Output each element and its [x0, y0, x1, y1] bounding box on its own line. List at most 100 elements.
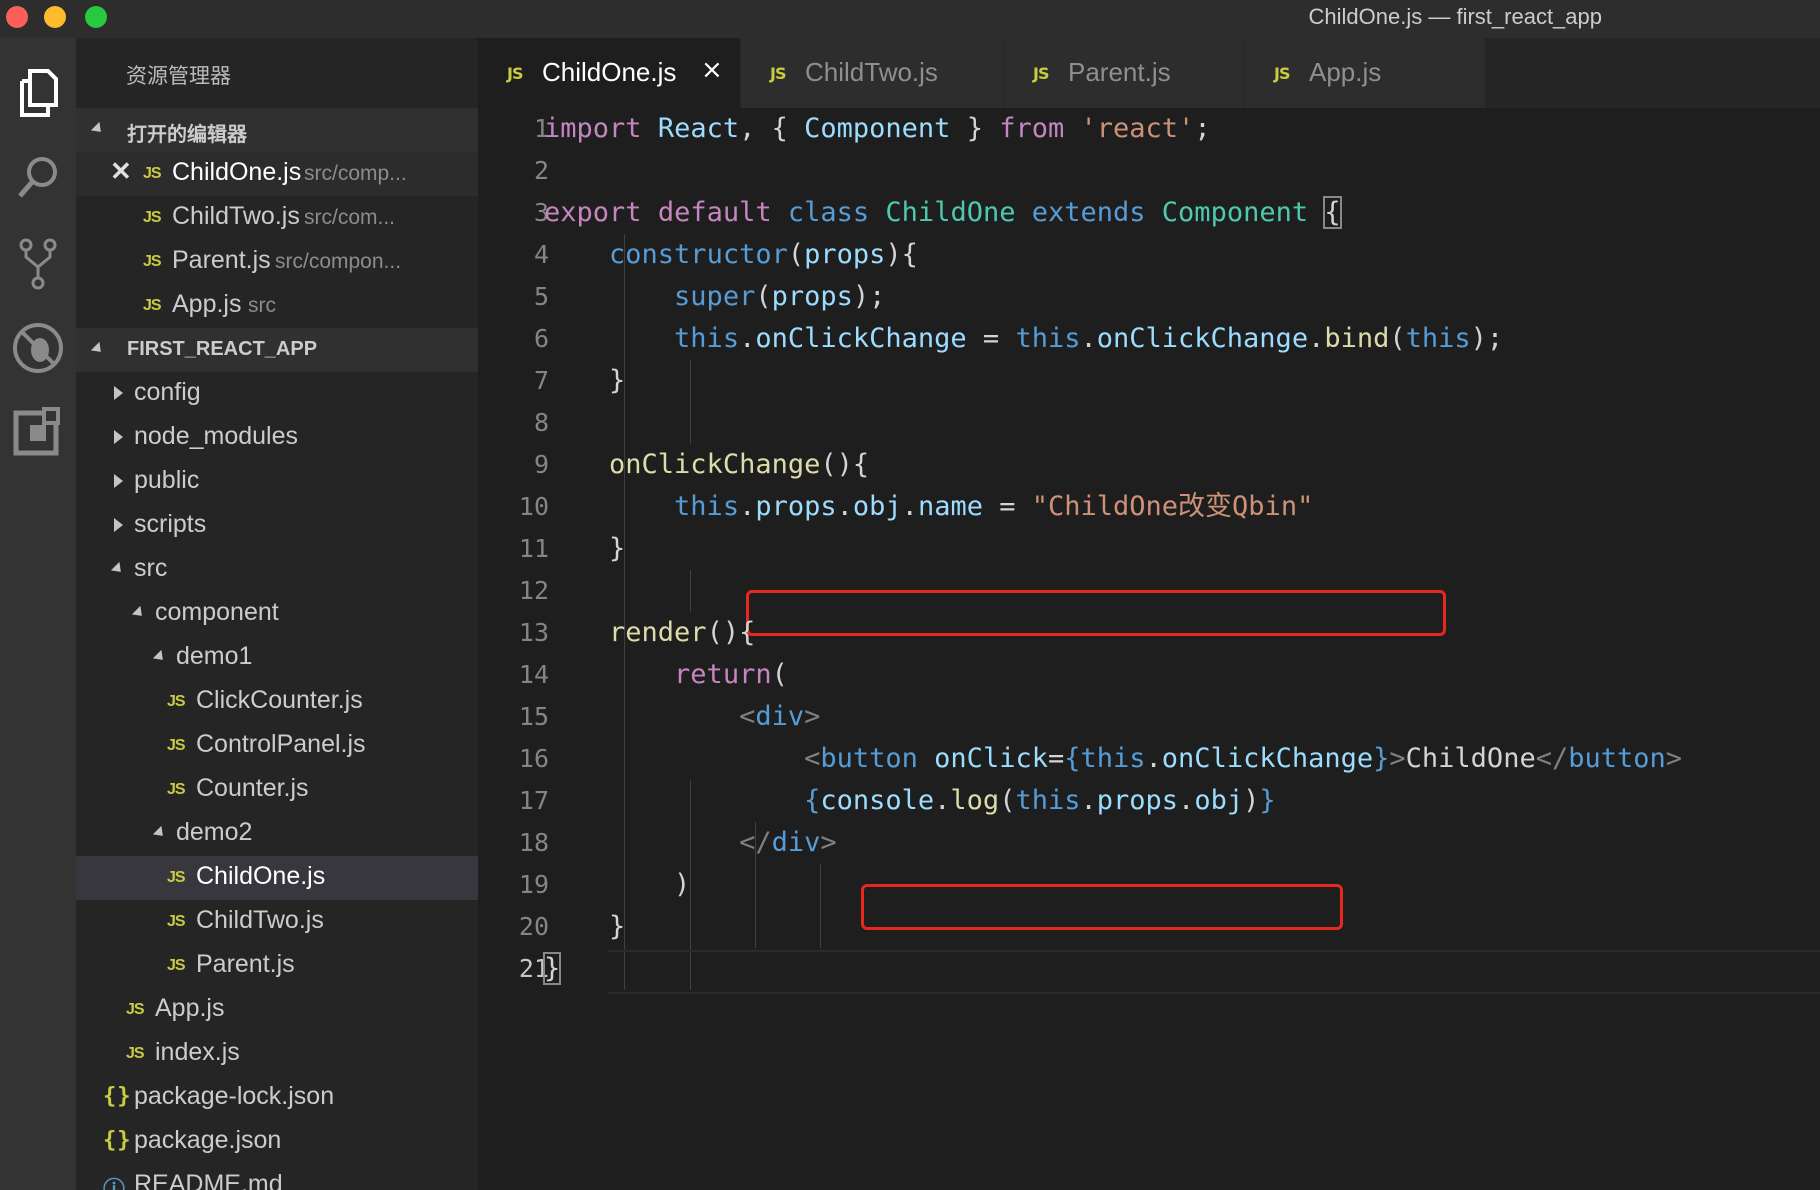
- code-token: 'react': [1080, 113, 1195, 144]
- code-token: export: [544, 197, 642, 228]
- code-line[interactable]: 9 onClickChange(){: [478, 444, 1820, 486]
- line-number: 11: [518, 534, 549, 563]
- tree-folder[interactable]: demo2: [76, 812, 478, 856]
- code-line[interactable]: 7 }: [478, 360, 1820, 402]
- tab-childone[interactable]: JS ChildOne.js ×: [478, 38, 741, 108]
- code-token: <: [739, 701, 756, 732]
- tree-item-label: ChildOne.js: [196, 862, 326, 890]
- tree-file-selected[interactable]: JS ChildOne.js: [76, 856, 478, 900]
- js-file-icon: JS: [167, 737, 186, 754]
- close-icon[interactable]: ✕: [110, 156, 132, 187]
- code-text: this.props.obj.name = "ChildOne改变Qbin": [544, 486, 1313, 528]
- code-line[interactable]: 15 <div>: [478, 696, 1820, 738]
- tab-app[interactable]: JS App.js: [1245, 38, 1486, 108]
- code-token: .: [934, 785, 951, 816]
- code-token: ): [544, 869, 691, 900]
- code-line[interactable]: 13 render(){: [478, 612, 1820, 654]
- js-file-icon: JS: [167, 913, 186, 930]
- code-line[interactable]: 6 this.onClickChange = this.onClickChang…: [478, 318, 1820, 360]
- tab-parent[interactable]: JS Parent.js: [1004, 38, 1245, 108]
- code-line[interactable]: 18 </div>: [478, 822, 1820, 864]
- source-control-icon[interactable]: [8, 233, 68, 293]
- tab-label: Parent.js: [1068, 57, 1171, 87]
- minimize-window-button[interactable]: [44, 6, 66, 28]
- tree-folder[interactable]: node_modules: [76, 416, 478, 460]
- code-token: .: [1145, 743, 1162, 774]
- tree-folder[interactable]: public: [76, 460, 478, 504]
- tree-file[interactable]: JS ControlPanel.js: [76, 724, 478, 768]
- code-line[interactable]: 2: [478, 150, 1820, 192]
- open-editor-path: src/comp...: [304, 162, 407, 185]
- tree-file[interactable]: JS Parent.js: [76, 944, 478, 988]
- tree-folder[interactable]: scripts: [76, 504, 478, 548]
- code-line[interactable]: 12: [478, 570, 1820, 612]
- js-file-icon: JS: [143, 209, 162, 226]
- files-icon[interactable]: [8, 63, 68, 123]
- zoom-window-button[interactable]: [85, 6, 107, 28]
- code-line[interactable]: 14 return(: [478, 654, 1820, 696]
- line-number: 9: [533, 450, 549, 479]
- code-token: .: [739, 323, 756, 354]
- open-editor-path: src/com...: [304, 206, 396, 229]
- search-icon[interactable]: [8, 148, 68, 208]
- tree-folder[interactable]: demo1: [76, 636, 478, 680]
- code-line[interactable]: 1 import React, { Component } from 'react…: [478, 108, 1820, 150]
- code-line[interactable]: 4 constructor(props){: [478, 234, 1820, 276]
- open-editor-item[interactable]: JS ChildTwo.js src/com...: [76, 196, 478, 240]
- code-text: }: [544, 360, 625, 402]
- collapse-arrow-icon: [152, 649, 168, 665]
- open-editor-path: src: [248, 294, 276, 317]
- js-file-icon: JS: [1274, 64, 1291, 83]
- code-line[interactable]: 16 <button onClick={this.onClickChange}>…: [478, 738, 1820, 780]
- open-editor-item[interactable]: ✕ JS ChildOne.js src/comp...: [76, 152, 478, 196]
- code-text: }: [544, 528, 625, 570]
- tree-file[interactable]: {} package.json: [76, 1120, 478, 1164]
- code-token: this: [674, 323, 740, 354]
- code-line[interactable]: 3 export default class ChildOne extends C…: [478, 192, 1820, 234]
- tree-file[interactable]: JS App.js: [76, 988, 478, 1032]
- code-token: {: [1323, 196, 1342, 229]
- code-token: this: [1015, 785, 1081, 816]
- tree-file[interactable]: JS ClickCounter.js: [76, 680, 478, 724]
- extensions-icon[interactable]: [8, 403, 68, 463]
- open-editor-item[interactable]: JS App.js src: [76, 284, 478, 328]
- js-file-icon: JS: [143, 253, 162, 270]
- tree-file[interactable]: ⓘ README.md: [76, 1164, 478, 1190]
- project-header[interactable]: FIRST_REACT_APP: [76, 328, 478, 372]
- code-token: =: [966, 323, 1016, 354]
- code-token: .: [1080, 323, 1097, 354]
- code-line[interactable]: 5 super(props);: [478, 276, 1820, 318]
- code-line[interactable]: 17 {console.log(this.props.obj)}: [478, 780, 1820, 822]
- code-line[interactable]: 10 this.props.obj.name = "ChildOne改变Qbin…: [478, 486, 1820, 528]
- tree-item-label: node_modules: [134, 422, 299, 450]
- code-line[interactable]: 19 ): [478, 864, 1820, 906]
- code-line[interactable]: 8: [478, 402, 1820, 444]
- code-line[interactable]: 11 }: [478, 528, 1820, 570]
- close-icon[interactable]: ×: [701, 55, 723, 85]
- code-token: div: [755, 701, 805, 732]
- tab-childtwo[interactable]: JS ChildTwo.js: [741, 38, 1004, 108]
- open-editor-item[interactable]: JS Parent.js src/compon...: [76, 240, 478, 284]
- tree-file[interactable]: JS ChildTwo.js: [76, 900, 478, 944]
- code-line[interactable]: 21}: [478, 948, 1820, 990]
- line-number: 4: [533, 240, 549, 269]
- collapse-arrow-icon: [90, 341, 106, 357]
- tree-folder[interactable]: src: [76, 548, 478, 592]
- close-window-button[interactable]: [6, 6, 28, 28]
- line-number: 7: [533, 366, 549, 395]
- open-editor-name: ChildTwo.js: [172, 202, 300, 230]
- tree-folder[interactable]: config: [76, 372, 478, 416]
- code-line[interactable]: 20 }: [478, 906, 1820, 948]
- debug-icon[interactable]: [8, 318, 68, 378]
- tree-file[interactable]: {} package-lock.json: [76, 1076, 478, 1120]
- tree-folder[interactable]: component: [76, 592, 478, 636]
- code-token: div: [771, 827, 821, 858]
- tree-item-label: ChildTwo.js: [196, 906, 324, 934]
- tree-file[interactable]: JS index.js: [76, 1032, 478, 1076]
- tree-file[interactable]: JS Counter.js: [76, 768, 478, 812]
- code-editor[interactable]: 1 import React, { Component } from 'react…: [478, 108, 1820, 1190]
- open-editors-header[interactable]: 打开的编辑器: [76, 108, 478, 152]
- tree-item-label: src: [134, 554, 168, 582]
